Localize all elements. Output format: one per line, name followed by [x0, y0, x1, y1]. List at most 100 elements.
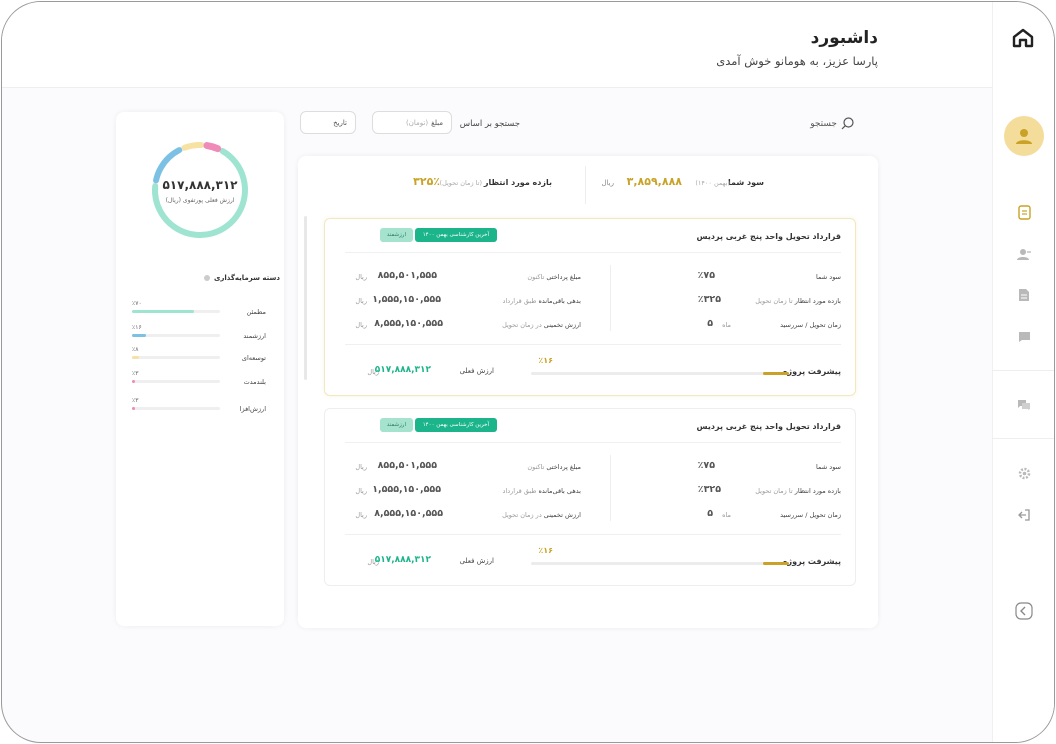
category-bar-fill: [132, 407, 135, 410]
category-bar-fill: [132, 356, 140, 359]
user-transfer-icon[interactable]: [1016, 246, 1032, 262]
current-value: ۵۱۷,۸۸۸,۳۱۲: [374, 555, 431, 565]
estimate-label-text: ارزش تخمینی: [543, 321, 581, 329]
paid-label-text: مبلغ پرداختی: [546, 463, 581, 471]
estimate-label-text: ارزش تخمینی: [543, 511, 581, 519]
category-row: ارزش‌افزا ٪۳: [132, 397, 266, 419]
debt-value: ۱,۵۵۵,۱۵۰,۵۵۵: [372, 484, 441, 495]
paid-label: مبلغ پرداختی تاکنون: [527, 463, 581, 471]
debt-label-text: بدهی باقی‌مانده: [538, 487, 581, 495]
contracts-panel: سود شما (بهمن ۱۴۰۰) ۳,۸۵۹,۸۸۸ ریال بازده…: [298, 156, 878, 628]
estimate-unit: ریال: [355, 511, 367, 519]
category-name: بلندمدت: [243, 378, 266, 386]
category-bar: [132, 356, 220, 359]
return-value: ۳۲۵٪: [413, 175, 440, 188]
progress-bar: [531, 372, 789, 375]
contract-card[interactable]: قرارداد تحویل واحد پنج غربی پردیس آخرین …: [324, 408, 856, 586]
current-value-label: ارزش فعلی: [459, 367, 494, 375]
progress-label: پیشرفت پروژه: [782, 367, 841, 376]
progress-label: پیشرفت پروژه: [782, 557, 841, 566]
delivery-value: ۵: [707, 318, 713, 329]
amount-filter-input[interactable]: مبلغ (تومان): [372, 111, 452, 134]
scrollbar[interactable]: [304, 216, 307, 380]
paid-value: ۸۵۵,۵۰۱,۵۵۵: [377, 270, 437, 281]
avatar[interactable]: [1004, 116, 1044, 156]
current-value-unit: ریال: [367, 368, 379, 376]
return-value: ٪۳۲۵: [697, 484, 721, 495]
category-percent: ٪۷۰: [132, 300, 142, 307]
debt-unit: ریال: [355, 487, 367, 495]
status-badge: آخرین کارشناسی بهمن ۱۴۰۰: [414, 418, 497, 432]
chat-icon[interactable]: [1016, 329, 1032, 345]
estimate-value: ۸,۵۵۵,۱۵۰,۵۵۵: [374, 508, 443, 519]
home-logo-icon[interactable]: [1012, 28, 1034, 48]
profit-value: ٪۷۵: [697, 460, 715, 471]
category-title: دسته سرمایه‌گذاری: [203, 274, 280, 282]
card-divider: [345, 442, 841, 443]
contract-card[interactable]: قرارداد تحویل واحد پنج غربی پردیس آخرین …: [324, 218, 856, 396]
document-icon[interactable]: [1016, 204, 1032, 220]
category-name: ارزشمند: [243, 332, 266, 340]
progress-bar: [531, 562, 789, 565]
return-note: تا زمان تحویل: [755, 487, 793, 495]
profit-label: سود شما: [727, 178, 764, 187]
file-icon[interactable]: [1016, 287, 1032, 303]
category-name: ارزش‌افزا: [239, 405, 266, 413]
portfolio-panel: ۵۱۷,۸۸۸,۳۱۲ ارزش فعلی پورتفوی (ریال) دست…: [116, 112, 284, 626]
debt-value: ۱,۵۵۵,۱۵۰,۵۵۵: [372, 294, 441, 305]
page-title: داشبورد: [810, 28, 878, 48]
column-divider: [610, 265, 611, 331]
category-bar: [132, 334, 220, 337]
portfolio-caption: ارزش فعلی پورتفوی (ریال): [165, 197, 235, 204]
sidebar-divider: [992, 370, 1054, 371]
settings-icon[interactable]: [1016, 465, 1032, 481]
estimate-note: در زمان تحویل: [502, 321, 542, 329]
estimate-note: در زمان تحویل: [502, 511, 542, 519]
debt-label: بدهی باقی‌مانده طبق قرارداد: [503, 487, 581, 495]
return-label: بازده مورد انتظار تا زمان تحویل: [755, 297, 841, 305]
category-bar: [132, 380, 220, 383]
amount-filter-placeholder: (تومان): [406, 118, 429, 127]
card-divider: [345, 344, 841, 345]
summary-bar: سود شما (بهمن ۱۴۰۰) ۳,۸۵۹,۸۸۸ ریال بازده…: [298, 156, 878, 210]
category-percent: ٪۳: [132, 370, 139, 377]
type-badge: ارزشمند: [379, 228, 413, 242]
category-bar: [132, 310, 220, 313]
collapse-icon[interactable]: [1015, 602, 1033, 620]
category-bar: [132, 407, 220, 410]
paid-value: ۸۵۵,۵۰۱,۵۵۵: [377, 460, 437, 471]
estimate-label: ارزش تخمینی در زمان تحویل: [502, 511, 581, 519]
info-dot-icon: [203, 275, 210, 281]
return-label: بازده مورد انتظار تا زمان تحویل: [755, 487, 841, 495]
card-divider: [345, 534, 841, 535]
search-icon: [841, 117, 854, 130]
category-bar-fill: [132, 380, 135, 383]
progress-fill: [763, 562, 789, 565]
return-note: تا زمان تحویل: [755, 297, 793, 305]
estimate-unit: ریال: [355, 321, 367, 329]
welcome-text: پارسا عزیز، به هومانو خوش آمدی: [716, 54, 878, 68]
debt-unit: ریال: [355, 297, 367, 305]
profit-unit: ریال: [601, 179, 614, 187]
delivery-unit: ماه: [722, 511, 731, 519]
delivery-unit: ماه: [722, 321, 731, 329]
category-name: مطمئن: [246, 308, 266, 316]
search-button[interactable]: جستجو: [810, 117, 854, 130]
page-header: داشبورد پارسا عزیز، به هومانو خوش آمدی: [2, 2, 992, 88]
paid-note: تاکنون: [527, 463, 545, 471]
summary-divider: [585, 166, 586, 204]
category-title-text: دسته سرمایه‌گذاری: [213, 274, 280, 282]
messages-icon[interactable]: [1016, 397, 1032, 413]
paid-note: تاکنون: [527, 273, 545, 281]
current-value-unit: ریال: [367, 558, 379, 566]
profit-note: (بهمن ۱۴۰۰): [695, 179, 730, 187]
logout-icon[interactable]: [1016, 507, 1032, 523]
date-filter-input[interactable]: تاریخ: [300, 111, 356, 134]
estimate-value: ۸,۵۵۵,۱۵۰,۵۵۵: [374, 318, 443, 329]
delivery-value: ۵: [707, 508, 713, 519]
paid-label: مبلغ پرداختی تاکنون: [527, 273, 581, 281]
progress-percent: ٪۱۶: [538, 546, 553, 555]
return-label-text: بازده مورد انتظار: [794, 487, 841, 495]
category-bar-fill: [132, 310, 194, 313]
status-badge: آخرین کارشناسی بهمن ۱۴۰۰: [414, 228, 497, 242]
